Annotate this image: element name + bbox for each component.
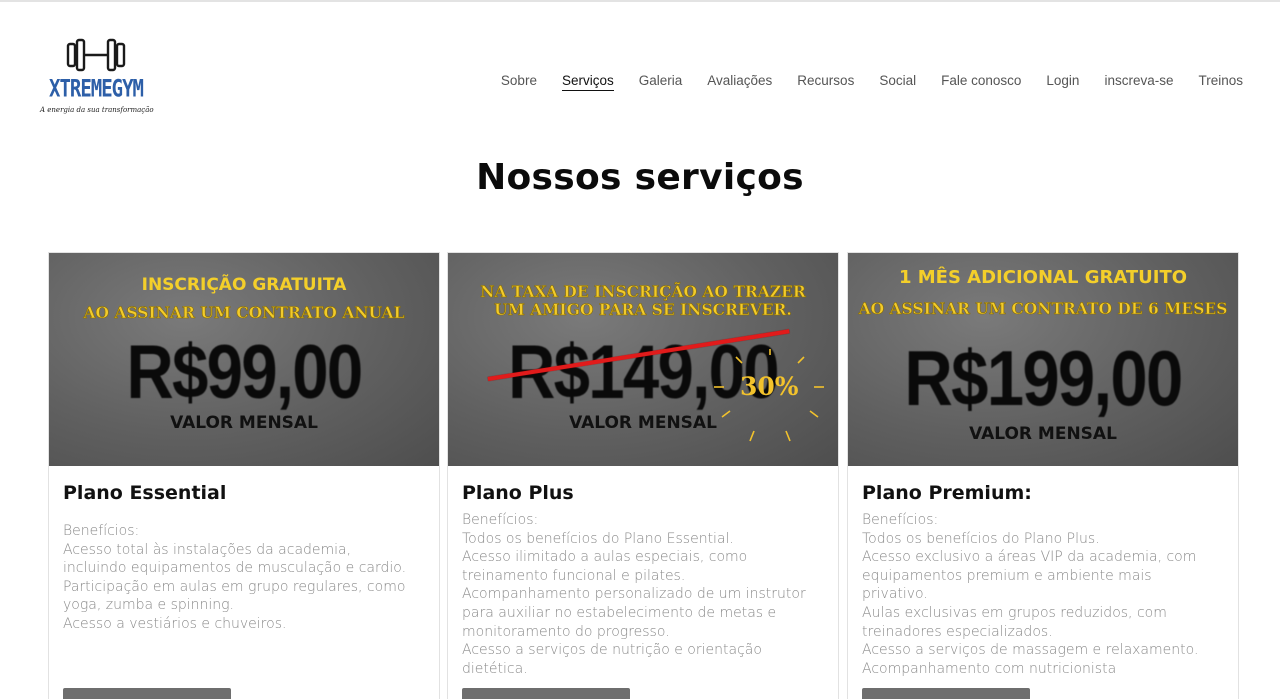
- promo-headline: 1 MÊS ADICIONAL GRATUITO: [898, 267, 1188, 288]
- promo-subline: AO ASSINAR UM CONTRATO ANUAL: [83, 303, 405, 323]
- benefit-line: Aulas exclusivas em grupos reduzidos, co…: [862, 604, 1167, 621]
- nav-servicos[interactable]: Serviços: [561, 73, 614, 91]
- price-caption: VALOR MENSAL: [569, 413, 717, 433]
- price-caption: VALOR MENSAL: [969, 424, 1117, 444]
- plan-banner: INSCRIÇÃO GRATUITA AO ASSINAR UM CONTRAT…: [49, 253, 439, 466]
- nav-login[interactable]: Login: [1046, 73, 1079, 91]
- benefit-line: Acompanhamento personalizado de um instr…: [462, 586, 806, 603]
- benefit-line: Acesso exclusivo a áreas VIP da academia…: [862, 549, 1197, 566]
- promo-subline: UM AMIGO PARA SE INSCREVER.: [494, 300, 792, 320]
- benefit-line: equipamentos premium e ambiente mais: [862, 567, 1152, 584]
- plan-title: Plano Plus: [462, 482, 574, 504]
- benefit-line: Acesso a vestiários e chuveiros.: [63, 615, 287, 632]
- benefits-list: Benefícios: Todos os benefícios do Plano…: [462, 511, 824, 678]
- benefit-line: treinamento funcional e pilates.: [462, 567, 686, 584]
- promo-headline: NA TAXA DE INSCRIÇÃO AO TRAZER: [480, 282, 806, 302]
- nav-avaliacoes[interactable]: Avaliações: [707, 73, 772, 91]
- plan-card-plus: NA TAXA DE INSCRIÇÃO AO TRAZER UM AMIGO …: [447, 252, 839, 699]
- benefit-line: monitoramento do progresso.: [462, 623, 670, 640]
- discount-badge: 30%: [740, 372, 799, 401]
- plan-card-essential: INSCRIÇÃO GRATUITA AO ASSINAR UM CONTRAT…: [48, 252, 440, 699]
- plan-banner: 1 MÊS ADICIONAL GRATUITO AO ASSINAR UM C…: [848, 253, 1238, 466]
- plan-banner: NA TAXA DE INSCRIÇÃO AO TRAZER UM AMIGO …: [448, 253, 838, 466]
- nav-galeria[interactable]: Galeria: [639, 73, 683, 91]
- main-nav: Sobre Serviços Galeria Avaliações Recurs…: [501, 73, 1243, 91]
- plan-cta-button[interactable]: [63, 688, 231, 699]
- benefit-line: Acesso a serviços de massagem e relaxame…: [862, 642, 1199, 659]
- brand-tagline: A energia da sua transformação: [40, 106, 154, 114]
- site-logo[interactable]: XTREMEGYM A energia da sua transformação: [40, 38, 154, 120]
- benefits-heading: Benefícios:: [462, 512, 539, 528]
- plan-price: R$199,00: [904, 334, 1183, 422]
- benefits-list: Benefícios: Todos os benefícios do Plano…: [862, 511, 1224, 678]
- benefit-line: yoga, zumba e spinning.: [63, 597, 235, 614]
- benefit-line: Participação em aulas em grupo regulares…: [63, 578, 406, 595]
- promo-subline: AO ASSINAR UM CONTRATO DE 6 MESES: [858, 299, 1228, 319]
- brand-name: XTREMEGYM: [49, 75, 144, 103]
- price-caption: VALOR MENSAL: [170, 413, 318, 433]
- plan-cta-button[interactable]: [462, 688, 630, 699]
- benefit-line: Todos os benefícios do Plano Plus.: [862, 530, 1100, 547]
- plan-cta-button[interactable]: [862, 688, 1030, 699]
- top-border: [0, 0, 1280, 2]
- benefit-line: treinadores especializados.: [862, 623, 1053, 640]
- benefits-list: Benefícios: Acesso total às instalações …: [63, 522, 425, 634]
- benefit-line: dietética.: [462, 660, 528, 677]
- benefit-line: Acompanhamento com nutricionista: [862, 660, 1117, 677]
- nav-recursos[interactable]: Recursos: [797, 73, 854, 91]
- benefit-line: Acesso total às instalações da academia,: [63, 541, 352, 558]
- page-title: Nossos serviços: [476, 157, 804, 198]
- benefit-line: privativo.: [862, 586, 928, 603]
- benefit-line: Acesso ilimitado a aulas especiais, como: [462, 549, 748, 566]
- nav-inscreva-se[interactable]: inscreva-se: [1104, 73, 1173, 91]
- benefit-line: Acesso a serviços de nutrição e orientaç…: [462, 642, 762, 659]
- nav-fale-conosco[interactable]: Fale conosco: [941, 73, 1021, 91]
- plan-title: Plano Essential: [63, 482, 227, 504]
- benefit-line: incluindo equipamentos de musculação e c…: [63, 560, 407, 577]
- nav-sobre[interactable]: Sobre: [501, 73, 537, 91]
- benefits-heading: Benefícios:: [862, 512, 939, 528]
- benefits-heading: Benefícios:: [63, 523, 140, 539]
- promo-headline: INSCRIÇÃO GRATUITA: [141, 275, 347, 295]
- benefit-line: Todos os benefícios do Plano Essential.: [462, 530, 734, 547]
- benefit-line: para auxiliar no estabelecimento de meta…: [462, 604, 777, 621]
- plan-card-premium: 1 MÊS ADICIONAL GRATUITO AO ASSINAR UM C…: [847, 252, 1239, 699]
- nav-treinos[interactable]: Treinos: [1198, 73, 1243, 91]
- plan-title: Plano Premium:: [862, 482, 1032, 504]
- nav-social[interactable]: Social: [879, 73, 916, 91]
- dumbbell-icon: [66, 38, 126, 72]
- plan-price: R$99,00: [126, 330, 363, 415]
